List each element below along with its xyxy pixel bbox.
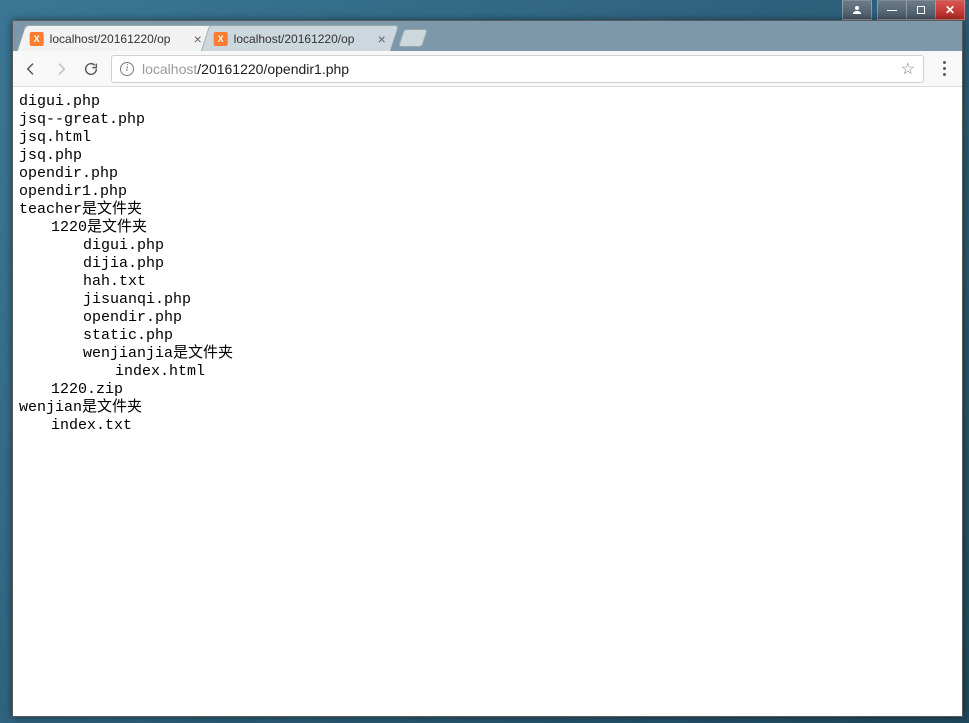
url-host: localhost [142, 61, 197, 77]
browser-toolbar: i localhost/20161220/opendir1.php ☆ [13, 51, 962, 87]
os-titlebar: ✕ [0, 0, 969, 20]
url-path: /20161220/opendir1.php [197, 61, 349, 77]
tab-close-icon[interactable]: × [378, 32, 386, 46]
listing-row: index.txt [19, 417, 956, 435]
listing-row: digui.php [19, 93, 956, 111]
forward-button[interactable] [51, 59, 71, 79]
dot-icon [943, 67, 946, 70]
tab-title: localhost/20161220/op [234, 32, 372, 46]
address-bar[interactable]: i localhost/20161220/opendir1.php ☆ [111, 55, 924, 83]
new-tab-button[interactable] [398, 29, 428, 47]
tab-title: localhost/20161220/op [50, 32, 188, 46]
listing-row: dijia.php [19, 255, 956, 273]
dot-icon [943, 73, 946, 76]
tab-active[interactable]: localhost/20161220/op × [17, 25, 215, 51]
tab-strip: localhost/20161220/op × localhost/201612… [13, 21, 962, 51]
listing-row: wenjianjia是文件夹 [19, 345, 956, 363]
tab-close-icon[interactable]: × [194, 32, 202, 46]
xampp-icon [30, 32, 44, 46]
close-icon: ✕ [945, 4, 955, 16]
listing-row: index.html [19, 363, 956, 381]
maximize-button[interactable] [906, 0, 936, 20]
tab-inactive[interactable]: localhost/20161220/op × [201, 25, 399, 51]
listing-row: digui.php [19, 237, 956, 255]
close-button[interactable]: ✕ [935, 0, 965, 20]
listing-row: wenjian是文件夹 [19, 399, 956, 417]
listing-row: static.php [19, 327, 956, 345]
browser-window: localhost/20161220/op × localhost/201612… [12, 20, 963, 717]
minimize-button[interactable] [877, 0, 907, 20]
listing-row: 1220是文件夹 [19, 219, 956, 237]
reload-button[interactable] [81, 59, 101, 79]
reload-icon [83, 61, 99, 77]
dot-icon [943, 61, 946, 64]
page-content: digui.phpjsq--great.phpjsq.htmljsq.phpop… [13, 87, 962, 716]
site-info-icon[interactable]: i [120, 62, 134, 76]
arrow-left-icon [23, 61, 39, 77]
browser-menu-button[interactable] [934, 61, 954, 76]
user-icon[interactable] [842, 0, 872, 20]
listing-row: teacher是文件夹 [19, 201, 956, 219]
arrow-right-icon [53, 61, 69, 77]
bookmark-star-icon[interactable]: ☆ [901, 59, 915, 79]
listing-row: 1220.zip [19, 381, 956, 399]
maximize-icon [917, 6, 925, 14]
url-text: localhost/20161220/opendir1.php [142, 61, 349, 77]
back-button[interactable] [21, 59, 41, 79]
listing-row: opendir1.php [19, 183, 956, 201]
listing-row: jsq.php [19, 147, 956, 165]
listing-row: jsq--great.php [19, 111, 956, 129]
listing-row: opendir.php [19, 165, 956, 183]
listing-row: opendir.php [19, 309, 956, 327]
listing-row: hah.txt [19, 273, 956, 291]
listing-row: jsq.html [19, 129, 956, 147]
minimize-icon [887, 10, 897, 11]
xampp-icon [214, 32, 228, 46]
listing-row: jisuanqi.php [19, 291, 956, 309]
